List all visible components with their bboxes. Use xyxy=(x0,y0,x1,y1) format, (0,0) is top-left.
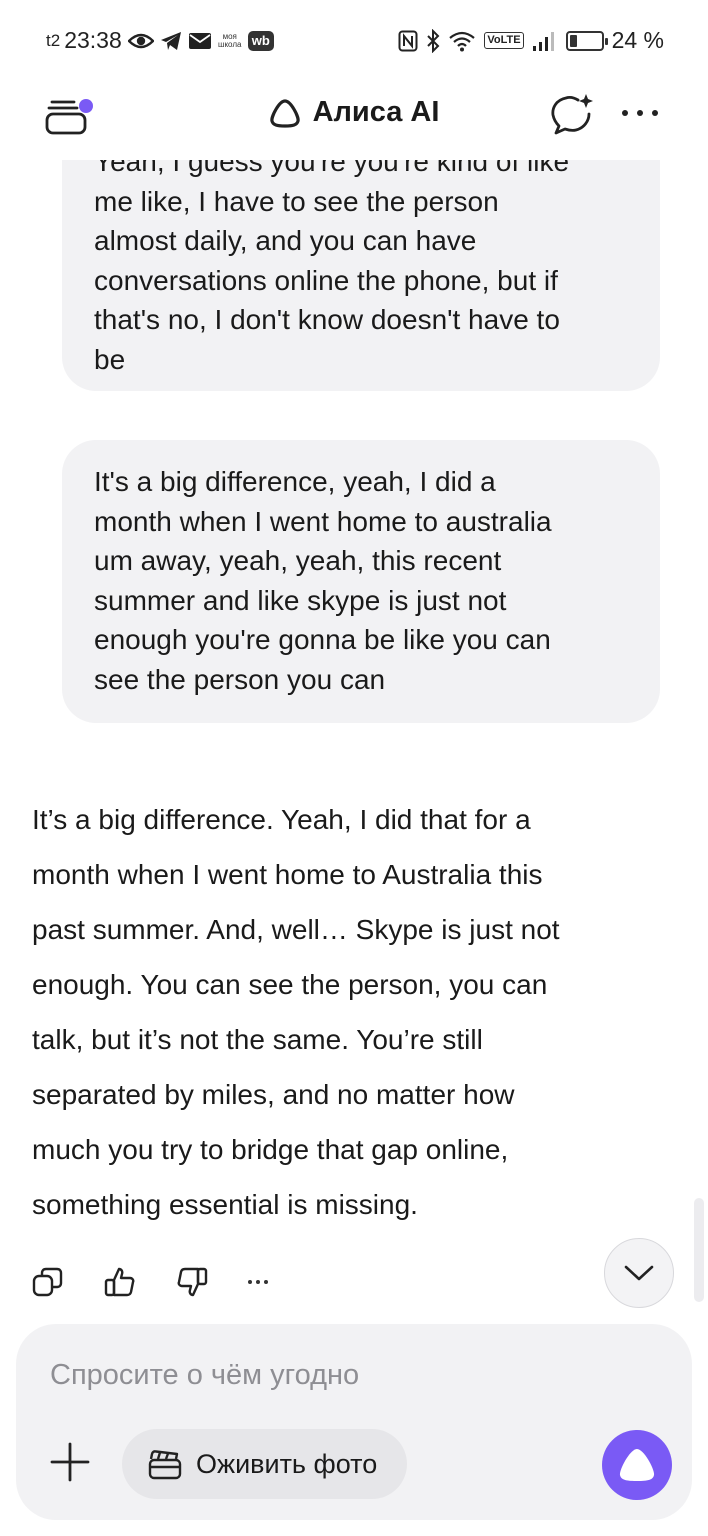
message-input[interactable] xyxy=(50,1352,650,1398)
wifi-icon xyxy=(448,30,476,52)
message-line: summer and like skype is just not xyxy=(94,584,507,616)
thumbs-up-icon xyxy=(104,1267,135,1297)
status-left: t2 23:38 моя школа wb xyxy=(46,27,274,54)
battery-icon xyxy=(565,30,608,51)
message-line: conversations online the phone, but if xyxy=(94,264,558,296)
new-chat-button[interactable] xyxy=(548,92,594,138)
message-line: be xyxy=(94,343,126,375)
voice-assistant-button[interactable] xyxy=(602,1430,672,1500)
message-line: It’s a big difference. Yeah, I did that … xyxy=(32,804,531,835)
page-title: Алиса AI xyxy=(312,96,440,128)
animate-photo-label: Оживить фото xyxy=(196,1448,378,1479)
message-line: um away, yeah, yeah, this recent xyxy=(94,545,502,576)
message-line: enough. You can see the person, you can xyxy=(32,969,548,1000)
alice-logo-icon xyxy=(269,98,300,128)
alice-logo-icon xyxy=(619,1449,655,1481)
more-options-button[interactable] xyxy=(622,110,658,120)
message-composer: Оживить фото xyxy=(16,1324,692,1520)
message-line: me like, I have to see the person xyxy=(94,185,499,217)
eye-icon xyxy=(127,32,154,50)
plus-icon xyxy=(50,1442,90,1482)
battery-percent: 24 % xyxy=(611,27,664,53)
chevron-down-icon xyxy=(624,1265,654,1281)
user-message: Yeah, I guess you're you're kind of like… xyxy=(62,160,660,391)
header-title: Алиса AI xyxy=(0,96,708,129)
message-line: something essential is missing. xyxy=(32,1189,418,1220)
message-more-button[interactable] xyxy=(248,1266,268,1298)
new-chat-icon xyxy=(551,94,593,135)
scrollbar[interactable] xyxy=(694,1198,704,1302)
more-icon xyxy=(248,1280,252,1284)
clapperboard-icon xyxy=(148,1450,182,1480)
user-message: It's a big difference, yeah, I did a mon… xyxy=(62,440,660,723)
attach-button[interactable] xyxy=(50,1442,90,1482)
bluetooth-icon xyxy=(426,28,440,53)
app-header: Алиса AI xyxy=(0,80,708,160)
message-line: Yeah, I guess you're you're kind of like xyxy=(94,160,570,177)
wb-app-icon: wb xyxy=(247,30,274,51)
message-line: separated by miles, and no matter how xyxy=(32,1079,515,1110)
copy-icon xyxy=(32,1267,63,1297)
school-app-icon: моя школа xyxy=(218,31,242,49)
like-button[interactable] xyxy=(104,1266,136,1298)
message-line: much you try to bridge that gap online, xyxy=(32,1134,509,1165)
scroll-down-button[interactable] xyxy=(604,1238,674,1308)
message-line: see the person you can xyxy=(94,663,386,695)
sim-label: t2 xyxy=(46,30,61,50)
nfc-icon xyxy=(398,30,418,52)
message-actions xyxy=(32,1262,268,1302)
volte-badge: VoLTE xyxy=(484,32,524,49)
battery-level xyxy=(569,34,577,47)
message-line: that's no, I don't know doesn't have to xyxy=(94,304,560,335)
message-line: month when I went home to australia xyxy=(94,505,552,537)
assistant-message: It’s a big difference. Yeah, I did that … xyxy=(32,792,652,1232)
dislike-button[interactable] xyxy=(176,1266,208,1298)
chat-messages[interactable]: Yeah, I guess you're you're kind of like… xyxy=(0,160,708,1320)
status-right: VoLTE 24 % xyxy=(398,27,664,54)
animate-photo-button[interactable]: Оживить фото xyxy=(122,1429,408,1499)
copy-button[interactable] xyxy=(32,1266,64,1298)
more-icon xyxy=(622,110,628,116)
message-line: enough you're gonna be like you can xyxy=(94,624,551,655)
message-line: month when I went home to Australia this xyxy=(32,859,543,890)
signal-icon xyxy=(532,30,558,52)
message-line: It's a big difference, yeah, I did a xyxy=(94,466,496,497)
message-line: past summer. And, well… Skype is just no… xyxy=(32,914,560,945)
status-bar: t2 23:38 моя школа wb VoLTE 24 % xyxy=(0,0,708,80)
thumbs-down-icon xyxy=(177,1267,208,1297)
mail-icon xyxy=(188,32,212,50)
message-line: almost daily, and you can have xyxy=(94,225,477,256)
message-line: talk, but it’s not the same. You’re stil… xyxy=(32,1024,483,1055)
clock: 23:38 xyxy=(64,27,122,53)
telegram-icon xyxy=(160,31,182,51)
